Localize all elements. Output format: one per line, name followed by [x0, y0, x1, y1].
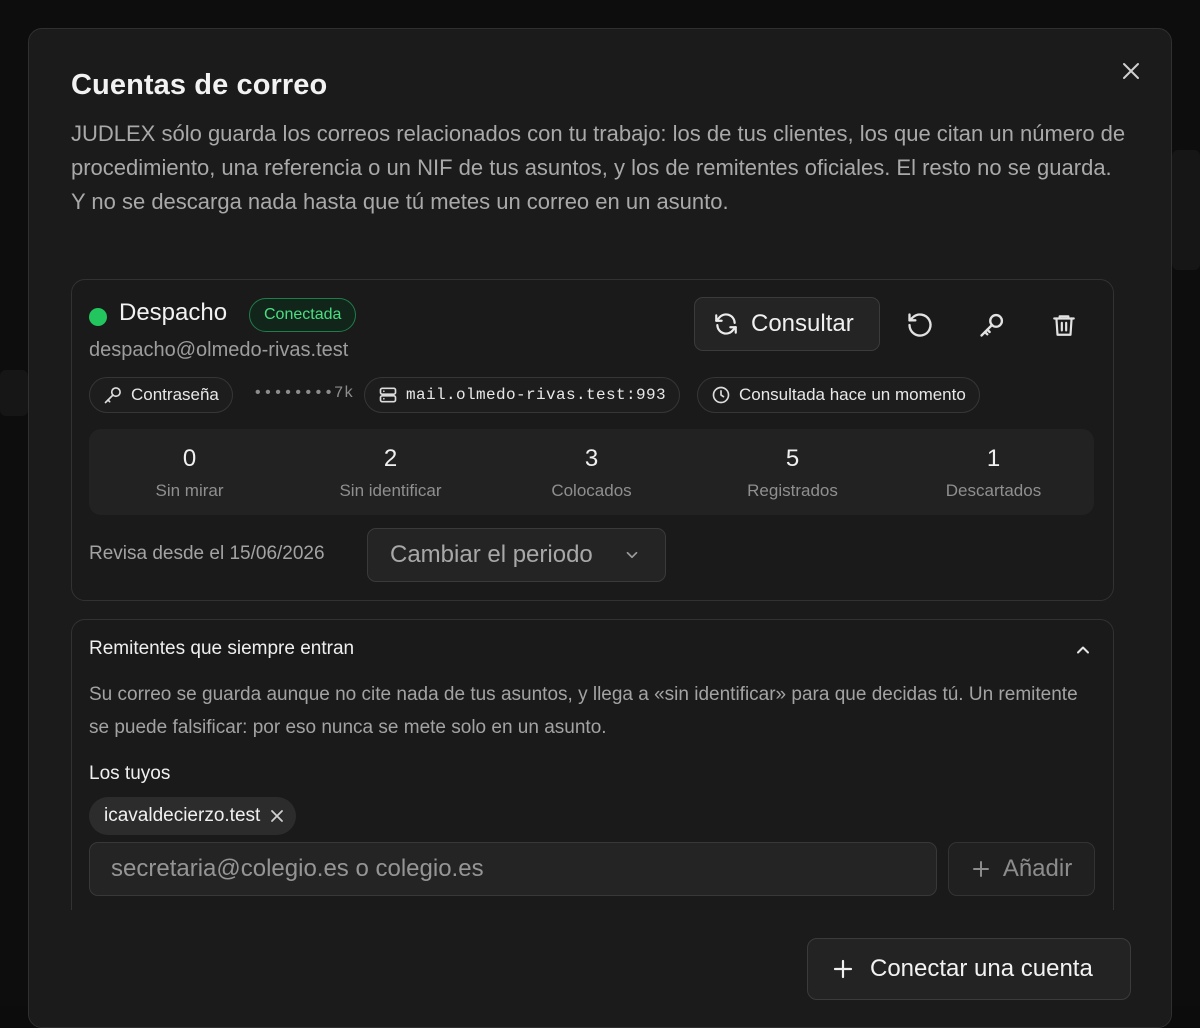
period-label: Revisa desde el 15/06/2026: [89, 543, 325, 565]
dialog-title: Cuentas de correo: [71, 69, 327, 102]
period-select[interactable]: Cambiar el periodo: [367, 528, 666, 582]
connect-account-label: Conectar una cuenta: [870, 955, 1093, 983]
stat-placed[interactable]: 3 Colocados: [491, 429, 692, 515]
stat-label: Descartados: [893, 481, 1094, 501]
stat-unidentified[interactable]: 2 Sin identificar: [290, 429, 491, 515]
senders-title: Remitentes que siempre entran: [89, 638, 354, 660]
stat-value: 5: [692, 445, 893, 473]
account-name: Despacho: [119, 299, 227, 327]
trash-icon: [1051, 312, 1077, 338]
server-address: mail.olmedo-rivas.test:993: [406, 386, 666, 404]
reset-button[interactable]: [903, 308, 937, 342]
stat-discarded[interactable]: 1 Descartados: [893, 429, 1094, 515]
last-check-label: Consultada hace un momento: [739, 385, 966, 405]
stat-registered[interactable]: 5 Registrados: [692, 429, 893, 515]
plus-icon: [832, 958, 854, 980]
stat-label: Registrados: [692, 481, 893, 501]
sender-tag: icavaldecierzo.test: [89, 797, 296, 835]
key-icon: [103, 385, 123, 405]
server-chip: mail.olmedo-rivas.test:993: [364, 377, 680, 413]
collapse-button[interactable]: [1071, 638, 1095, 662]
password-mask: ••••••••7k: [253, 384, 354, 402]
sender-tag-label: icavaldecierzo.test: [104, 805, 260, 827]
chevron-down-icon: [623, 546, 641, 564]
refresh-icon: [713, 311, 739, 337]
stat-value: 1: [893, 445, 1094, 473]
clock-icon: [711, 385, 731, 405]
change-password-button[interactable]: [975, 308, 1009, 342]
consult-label: Consultar: [751, 310, 854, 338]
delete-account-button[interactable]: [1047, 308, 1081, 342]
auth-method-chip: Contraseña: [89, 377, 233, 413]
key-icon: [978, 311, 1006, 339]
stat-value: 2: [290, 445, 491, 473]
auth-method-label: Contraseña: [131, 385, 219, 405]
stat-label: Sin identificar: [290, 481, 491, 501]
status-badge: Conectada: [249, 298, 356, 332]
stat-unseen[interactable]: 0 Sin mirar: [89, 429, 290, 515]
stat-value: 3: [491, 445, 692, 473]
stat-label: Colocados: [491, 481, 692, 501]
period-select-label: Cambiar el periodo: [390, 541, 593, 569]
close-icon: [1121, 61, 1141, 81]
connect-account-button[interactable]: Conectar una cuenta: [807, 938, 1131, 1000]
stats-panel: 0 Sin mirar 2 Sin identificar 3 Colocado…: [89, 429, 1094, 515]
add-sender-label: Añadir: [1003, 855, 1072, 883]
remove-sender-button[interactable]: [270, 809, 284, 823]
sender-input[interactable]: [89, 842, 937, 896]
close-button[interactable]: [1117, 57, 1145, 85]
chevron-up-icon: [1073, 640, 1093, 660]
last-check-chip: Consultada hace un momento: [697, 377, 980, 413]
account-email: despacho@olmedo-rivas.test: [89, 339, 348, 362]
stat-label: Sin mirar: [89, 481, 290, 501]
add-sender-button[interactable]: Añadir: [948, 842, 1095, 896]
dialog-description: JUDLEX sólo guarda los correos relaciona…: [71, 117, 1131, 219]
status-dot-icon: [88, 307, 108, 327]
close-icon: [270, 809, 284, 823]
own-senders-label: Los tuyos: [89, 763, 170, 785]
plus-icon: [971, 859, 991, 879]
email-accounts-dialog: Cuentas de correo JUDLEX sólo guarda los…: [28, 28, 1172, 1028]
server-icon: [378, 385, 398, 405]
stat-value: 0: [89, 445, 290, 473]
undo-icon: [906, 311, 934, 339]
consult-button[interactable]: Consultar: [694, 297, 880, 351]
senders-description: Su correo se guarda aunque no cite nada …: [89, 678, 1099, 744]
